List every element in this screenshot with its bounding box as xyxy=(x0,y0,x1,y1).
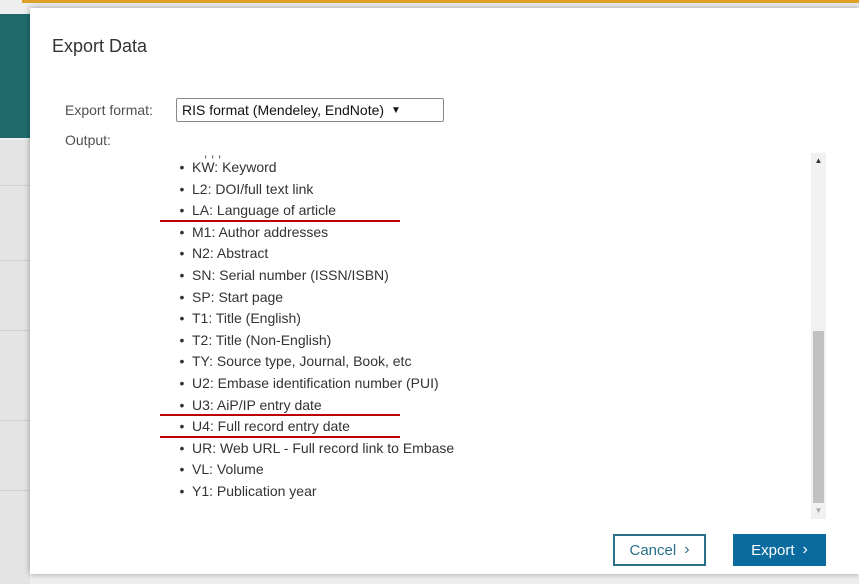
export-format-select[interactable]: RIS format (Mendeley, EndNote) ▼ xyxy=(176,98,444,122)
background-divider xyxy=(0,420,30,421)
field-list-item: • U2: Embase identification number (PUI) xyxy=(172,373,454,395)
scroll-thumb[interactable] xyxy=(813,331,824,503)
export-button-label: Export xyxy=(751,541,795,559)
bullet-icon: • xyxy=(179,353,185,370)
output-label: Output: xyxy=(65,132,111,148)
field-list-item-label: L2: DOI/full text link xyxy=(192,180,314,197)
scroll-down-arrow-icon[interactable]: ▼ xyxy=(811,503,826,519)
bullet-icon: • xyxy=(179,310,185,327)
background-divider xyxy=(0,185,30,186)
field-list-item-label: SN: Serial number (ISSN/ISBN) xyxy=(192,266,389,283)
field-list-item-label: VL: Volume xyxy=(192,461,264,478)
bullet-icon: • xyxy=(179,482,185,499)
bullet-icon: • xyxy=(179,439,185,456)
field-list-item: • TY: Source type, Journal, Book, etc xyxy=(172,351,454,373)
field-list-item: • M1: Author addresses xyxy=(172,222,454,244)
field-list-item: • LA: Language of article xyxy=(172,200,454,222)
field-list-item: • SN: Serial number (ISSN/ISBN) xyxy=(172,265,454,287)
chevron-right-icon: › xyxy=(802,541,808,558)
bullet-icon: • xyxy=(179,396,185,413)
dropdown-arrow-icon: ▼ xyxy=(391,104,401,116)
field-list-item: • UR: Web URL - Full record link to Embas… xyxy=(172,438,455,460)
field-list-item: • VL: Volume xyxy=(172,459,454,481)
field-list-item-label: LA: Language of article xyxy=(192,202,336,219)
field-list-item-label: KW: Keyword xyxy=(192,159,277,175)
bullet-icon: • xyxy=(179,331,185,348)
background-divider xyxy=(0,490,30,491)
field-list-item-label: TY: Source type, Journal, Book, etc xyxy=(192,353,412,370)
field-list-item-label: SP: Start page xyxy=(192,288,284,305)
highlight-underline xyxy=(160,435,400,438)
field-list-item: • Y1: Publication year xyxy=(172,481,454,503)
field-list-item: • U4: Full record entry date xyxy=(172,416,454,438)
field-list-item: • U3: AiP/IP entry date xyxy=(172,395,454,417)
field-list-item-label: Y1: Publication year xyxy=(192,482,317,499)
bullet-icon: • xyxy=(179,288,185,305)
field-list-item-label: U2: Embase identification number (PUI) xyxy=(192,374,439,391)
bullet-icon: • xyxy=(179,418,185,435)
field-list-item-label: T1: Title (English) xyxy=(192,310,301,327)
field-list-item: • KW: Keyword xyxy=(172,157,454,179)
bullet-icon: • xyxy=(179,245,185,262)
chevron-right-icon: › xyxy=(684,541,690,558)
output-field-list-panel[interactable]: ‚ ‚ ‚ • KW: Keyword • L2: DOI/full text lin… xyxy=(160,150,832,519)
background-divider xyxy=(0,260,30,261)
field-list-item-label: N2: Abstract xyxy=(192,245,269,262)
bullet-icon: • xyxy=(179,180,185,197)
highlight-underline xyxy=(160,219,400,222)
background-sidebar xyxy=(0,140,30,584)
bullet-icon: • xyxy=(179,461,185,478)
bullet-icon: • xyxy=(179,159,185,175)
field-list-item: • SP: Start page xyxy=(172,287,454,309)
field-list-item: • N2: Abstract xyxy=(172,243,454,265)
scroll-up-arrow-icon[interactable]: ▲ xyxy=(811,153,826,169)
dialog-title: Export Data xyxy=(52,36,148,56)
background-header-band xyxy=(0,14,30,138)
field-list-item-label: UR: Web URL - Full record link to Embase xyxy=(192,439,455,456)
field-list-item: • T2: Title (Non-English) xyxy=(172,330,454,352)
bullet-icon: • xyxy=(179,374,185,391)
export-format-label: Export format: xyxy=(65,102,153,118)
bullet-icon: • xyxy=(179,202,185,219)
bullet-icon: • xyxy=(179,223,185,240)
top-accent-border xyxy=(22,0,859,3)
cancel-button[interactable]: Cancel › xyxy=(613,534,706,566)
field-list-item-label: U4: Full record entry date xyxy=(192,418,350,435)
background-divider xyxy=(0,330,30,331)
field-list-item: • L2: DOI/full text link xyxy=(172,179,454,201)
field-list-item-label: T2: Title (Non-English) xyxy=(192,331,332,348)
export-format-value: RIS format (Mendeley, EndNote) xyxy=(182,102,385,118)
bullet-icon: • xyxy=(179,266,185,283)
output-scrollbar[interactable]: ▲ ▼ xyxy=(811,153,826,519)
field-list-item-label: M1: Author addresses xyxy=(192,223,329,240)
field-list-item: • T1: Title (English) xyxy=(172,308,454,330)
field-list-item-label: U3: AiP/IP entry date xyxy=(192,396,322,413)
highlight-underline xyxy=(160,414,400,417)
ris-field-list: • KW: Keyword • L2: DOI/full text link • LA: … xyxy=(172,157,455,503)
export-button[interactable]: Export › xyxy=(733,534,826,566)
export-data-dialog: Export Data Export format: RIS format (M… xyxy=(30,8,859,574)
cancel-button-label: Cancel xyxy=(629,541,677,559)
